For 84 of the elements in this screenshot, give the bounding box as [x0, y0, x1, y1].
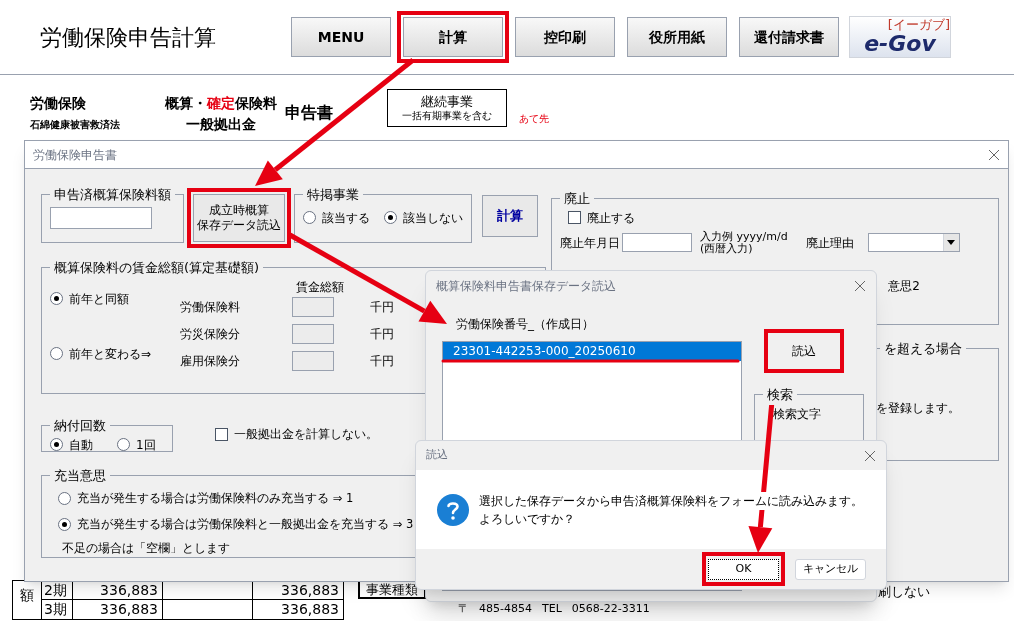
- group-label: 納付回数: [53, 417, 107, 435]
- dialog-title: 労働保険申告書: [33, 146, 117, 164]
- input-example: (西暦入力): [700, 242, 753, 255]
- tel-number: 0568-22-3311: [571, 602, 650, 616]
- group-label: 充当意思: [53, 467, 107, 485]
- question-icon: [437, 493, 469, 526]
- table-cell-text: 336,883: [280, 600, 340, 619]
- form-suffix: 申告書: [285, 102, 333, 124]
- close-icon[interactable]: [854, 280, 866, 292]
- checkbox-label: 一般拠出金を計算しない。: [234, 426, 378, 443]
- table-cell: 336,883: [73, 600, 163, 619]
- radio-label: 該当しない: [403, 209, 463, 227]
- unit-label: 千円: [370, 299, 394, 316]
- radio-button[interactable]: [303, 211, 316, 224]
- wage-field[interactable]: [292, 351, 334, 371]
- radio-button[interactable]: [58, 517, 71, 531]
- group-label: 特掲事業: [306, 186, 360, 204]
- radio-label: 1回: [136, 436, 156, 454]
- date-field[interactable]: [622, 233, 692, 252]
- list-label: 労働保険番号_（作成日）: [456, 316, 595, 333]
- calculate-button[interactable]: 計算: [482, 195, 538, 237]
- tel-label: TEL: [541, 602, 562, 616]
- load-saved-button[interactable]: 成立時概算 保存データ読込: [193, 194, 285, 242]
- checkbox[interactable]: [568, 211, 581, 224]
- radio-button[interactable]: [50, 347, 63, 360]
- dropdown-arrow-icon: [947, 240, 956, 245]
- radio-button[interactable]: [50, 292, 63, 305]
- toolbar-button[interactable]: 控印刷: [515, 17, 615, 57]
- row-label: 労災保険分: [180, 326, 241, 343]
- row-label: 労働保険料: [180, 299, 241, 316]
- radio-label: 充当が発生する場合は労働保険料のみ充当する ⇒ 1: [77, 489, 354, 507]
- wage-field[interactable]: [292, 297, 334, 317]
- unit-label: 千円: [370, 353, 394, 370]
- radio-label: 充当が発生する場合は労働保険料と一般拠出金を充当する ⇒ 3: [77, 515, 414, 533]
- dialog-button[interactable]: OK: [708, 558, 779, 580]
- close-icon[interactable]: [864, 449, 876, 462]
- form-title: 概算・確定保険料: [165, 94, 277, 113]
- hidden-label: 意思2: [888, 277, 920, 295]
- radio-label: 自動: [69, 436, 93, 454]
- toolbar-button[interactable]: MENU: [291, 17, 391, 57]
- table-cell-text: 336,883: [280, 581, 340, 599]
- group-label: 廃止: [563, 190, 591, 208]
- input-example: 入力例 yyyy/m/d: [700, 230, 788, 243]
- form-subtitle: 一般拠出金: [186, 115, 256, 134]
- radio-label: 前年と変わる⇒: [69, 345, 152, 363]
- reason-dropdown[interactable]: [867, 233, 960, 252]
- dialog-title: 読込: [426, 447, 448, 464]
- dialog-title: 概算保険料申告書保存データ読込: [436, 278, 616, 295]
- group-label: 申告済概算保険料額: [53, 186, 172, 204]
- business-box: 継続事業 一括有期事業を含む: [387, 89, 507, 127]
- radio-button[interactable]: [117, 438, 130, 451]
- close-icon[interactable]: [988, 148, 1000, 161]
- search-label: 検索文字: [773, 405, 822, 423]
- dialog-button[interactable]: キャンセル: [795, 558, 866, 580]
- radio-label: 前年と同額: [69, 290, 129, 308]
- postal-code: 485-4854: [479, 602, 532, 616]
- wage-field[interactable]: [292, 324, 334, 344]
- toolbar-button[interactable]: 還付請求書: [739, 17, 839, 57]
- checkbox[interactable]: [215, 427, 228, 441]
- toolbar-button[interactable]: 計算: [403, 17, 503, 57]
- law-title: 労働保険: [30, 94, 87, 113]
- radio-button[interactable]: [58, 491, 71, 505]
- amount-field[interactable]: [50, 206, 152, 229]
- radio-button[interactable]: [384, 211, 397, 224]
- group-label: 概算保険料の賃金総額(算定基礎額): [53, 259, 261, 277]
- note-text: 不足の場合は「空欄」とします: [62, 540, 231, 557]
- logo[interactable]: [イーガブ] e-Gov: [849, 16, 951, 58]
- postal-mark: 〒: [458, 602, 469, 616]
- table-cell: 3期: [42, 600, 73, 619]
- radio-button[interactable]: [50, 438, 63, 451]
- radio-label: 該当する: [322, 209, 370, 227]
- app-title: 労働保険申告計算: [40, 23, 217, 52]
- group-label: を超える場合: [883, 340, 963, 358]
- toolbar-button[interactable]: 役所用紙: [627, 17, 727, 57]
- row-label: 雇用保険分: [180, 353, 241, 370]
- hidden-text: を登録します。: [876, 399, 960, 417]
- checkbox-label: 廃止する: [587, 209, 635, 227]
- law-subtitle: 石綿健康被害救済法: [30, 118, 121, 132]
- column-header: 賃金総額: [296, 278, 345, 294]
- unit-label: 千円: [370, 326, 394, 343]
- field-label: 廃止年月日: [560, 234, 620, 252]
- address-label: あて先: [519, 112, 549, 126]
- list-item[interactable]: 23301-442253-000_20250610: [443, 342, 741, 361]
- field-label: 廃止理由: [805, 234, 854, 252]
